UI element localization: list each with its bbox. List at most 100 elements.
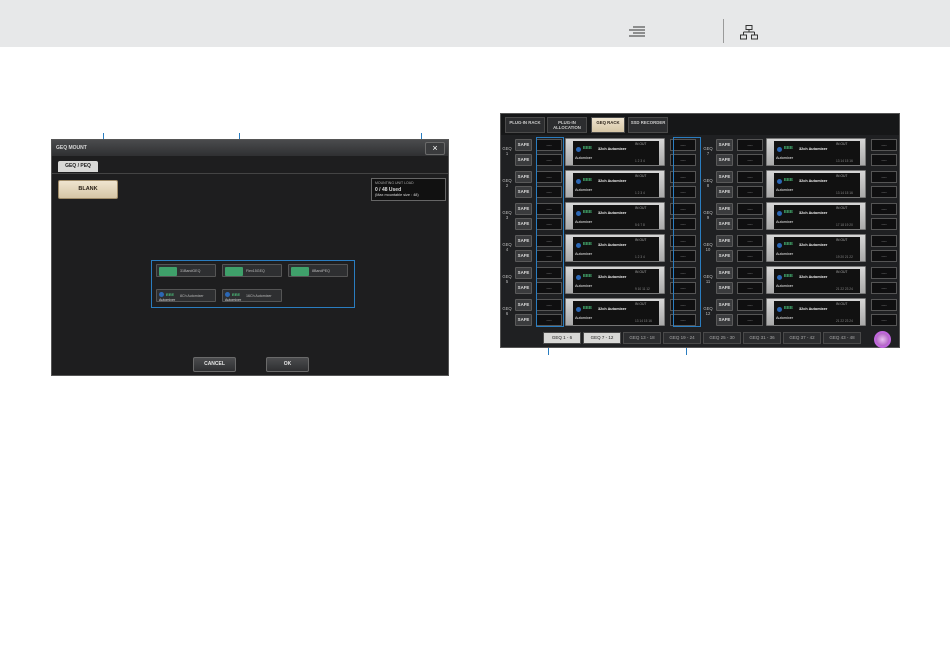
automixer-unit[interactable]: EEE 32ch Automixer Automixer IN OUT 1 2 3 4 xyxy=(565,170,665,198)
output-slot[interactable]: ---- xyxy=(871,203,897,215)
automixer-unit[interactable]: EEE 32ch Automixer Automixer IN OUT 5 6 7 8 xyxy=(565,202,665,230)
output-slot[interactable]: ---- xyxy=(871,235,897,247)
output-slot[interactable]: ---- xyxy=(871,139,897,151)
list-indent-icon[interactable] xyxy=(629,26,645,38)
output-slot[interactable]: ---- xyxy=(871,267,897,279)
page-geq-25-30[interactable]: GEQ 25 - 30 xyxy=(703,332,741,344)
unit-channels: 13 14 15 16 xyxy=(635,319,652,323)
automixer-unit[interactable]: EEE 32ch Automixer Automixer IN OUT 13 14 15… xyxy=(766,170,866,198)
automixer-unit[interactable]: EEE 32ch Automixer Automixer IN OUT 21 22 23… xyxy=(766,298,866,326)
input-slot[interactable]: ---- xyxy=(737,171,763,183)
output-slot[interactable]: ---- xyxy=(737,218,763,230)
safe-button[interactable]: SAFE xyxy=(515,171,532,183)
unit-sub: Automixer xyxy=(575,316,593,320)
unit-sub: Automixer xyxy=(776,316,794,320)
safe-button[interactable]: SAFE xyxy=(716,314,733,326)
unit-channels: 9 10 11 12 xyxy=(635,287,650,291)
safe-button[interactable]: SAFE xyxy=(716,186,733,198)
selected-column-right xyxy=(673,137,701,327)
output-slot[interactable]: ---- xyxy=(737,282,763,294)
safe-button[interactable]: SAFE xyxy=(716,203,733,215)
output-slot[interactable]: ---- xyxy=(871,282,897,294)
tab-plugin-allocation[interactable]: PLUG-IN ALLOCATION xyxy=(547,117,587,133)
mini-meter: EEE xyxy=(166,292,175,297)
input-slot[interactable]: ---- xyxy=(737,299,763,311)
chip-8bandpeq[interactable]: 8BandPEQ xyxy=(288,264,348,277)
chip-8ch-automixer[interactable]: EEE 8Ch Automixer Automixer xyxy=(156,289,216,302)
page-geq-7-12[interactable]: GEQ 7 - 12 xyxy=(583,332,621,344)
safe-button[interactable]: SAFE xyxy=(515,267,532,279)
safe-button[interactable]: SAFE xyxy=(716,267,733,279)
tab-geq-peq[interactable]: GEQ / PEQ xyxy=(58,161,98,172)
automixer-unit[interactable]: EEE 32ch Automixer Automixer IN OUT 19 20 21… xyxy=(766,234,866,262)
safe-button[interactable]: SAFE xyxy=(716,299,733,311)
unit-io: IN OUT xyxy=(836,238,848,242)
encoder-knob-icon[interactable] xyxy=(874,331,891,348)
safe-button[interactable]: SAFE xyxy=(515,250,532,262)
output-slot[interactable]: ---- xyxy=(871,299,897,311)
chip-16ch-automixer[interactable]: EEE 16Ch Automixer Automixer xyxy=(222,289,282,302)
output-slot[interactable]: ---- xyxy=(737,314,763,326)
blank-button[interactable]: BLANK xyxy=(58,180,118,199)
automixer-unit[interactable]: EEE 32ch Automixer Automixer IN OUT 13 14 15… xyxy=(565,298,665,326)
hierarchy-icon[interactable] xyxy=(740,25,758,40)
safe-button[interactable]: SAFE xyxy=(716,218,733,230)
safe-button[interactable]: SAFE xyxy=(515,299,532,311)
automixer-unit[interactable]: EEE 32ch Automixer Automixer IN OUT 17 18 19… xyxy=(766,202,866,230)
safe-button[interactable]: SAFE xyxy=(515,282,532,294)
chip-flex15geq[interactable]: Flex15GEQ xyxy=(222,264,282,277)
safe-button[interactable]: SAFE xyxy=(515,139,532,151)
input-slot[interactable]: ---- xyxy=(737,203,763,215)
output-slot[interactable]: ---- xyxy=(871,218,897,230)
safe-button[interactable]: SAFE xyxy=(515,314,532,326)
page-geq-19-24[interactable]: GEQ 19 - 24 xyxy=(663,332,701,344)
safe-button[interactable]: SAFE xyxy=(515,203,532,215)
output-slot[interactable]: ---- xyxy=(737,250,763,262)
safe-button[interactable]: SAFE xyxy=(716,154,733,166)
output-slot[interactable]: ---- xyxy=(871,250,897,262)
automixer-unit[interactable]: EEE 32ch Automixer Automixer IN OUT 13 14 15… xyxy=(766,138,866,166)
output-slot[interactable]: ---- xyxy=(871,186,897,198)
page-geq-37-42[interactable]: GEQ 37 - 42 xyxy=(783,332,821,344)
page-geq-1-6[interactable]: GEQ 1 - 6 xyxy=(543,332,581,344)
tab-plugin-rack[interactable]: PLUG-IN RACK xyxy=(505,117,545,133)
ok-button[interactable]: OK xyxy=(266,357,309,372)
safe-button[interactable]: SAFE xyxy=(716,250,733,262)
input-slot[interactable]: ---- xyxy=(737,267,763,279)
unit-io: IN OUT xyxy=(635,174,647,178)
automixer-unit[interactable]: EEE 32ch Automixer Automixer IN OUT 21 22 23… xyxy=(766,266,866,294)
geq-label: GEQ 1 xyxy=(502,146,512,156)
tab-ssd-recorder[interactable]: SSD RECORDER xyxy=(628,117,668,133)
chip-31bandgeq[interactable]: 31BandGEQ xyxy=(156,264,216,277)
input-slot[interactable]: ---- xyxy=(737,139,763,151)
close-button[interactable]: × xyxy=(425,142,445,155)
page-geq-43-48[interactable]: GEQ 43 - 48 xyxy=(823,332,861,344)
chip-label: 8Ch Automixer xyxy=(180,294,204,298)
output-slot[interactable]: ---- xyxy=(737,154,763,166)
safe-button[interactable]: SAFE xyxy=(515,186,532,198)
geq-31-logo xyxy=(159,267,177,276)
safe-button[interactable]: SAFE xyxy=(515,218,532,230)
cancel-button[interactable]: CANCEL xyxy=(193,357,236,372)
tab-geq-rack[interactable]: GEQ RACK xyxy=(591,117,625,133)
safe-button[interactable]: SAFE xyxy=(515,154,532,166)
output-slot[interactable]: ---- xyxy=(871,154,897,166)
automixer-unit[interactable]: EEE 32ch Automixer Automixer IN OUT 1 2 3 4 xyxy=(565,138,665,166)
chip-label: 8BandPEQ xyxy=(312,269,330,273)
unit-face: EEE 32ch Automixer Automixer IN OUT 1 2 3 4 xyxy=(573,141,659,165)
automixer-unit[interactable]: EEE 32ch Automixer Automixer IN OUT 9 10 11 … xyxy=(565,266,665,294)
output-slot[interactable]: ---- xyxy=(871,171,897,183)
safe-button[interactable]: SAFE xyxy=(716,139,733,151)
safe-button[interactable]: SAFE xyxy=(515,235,532,247)
safe-button[interactable]: SAFE xyxy=(716,282,733,294)
safe-button[interactable]: SAFE xyxy=(716,235,733,247)
page-geq-13-18[interactable]: GEQ 13 - 18 xyxy=(623,332,661,344)
chip-sub: Automixer xyxy=(225,298,242,302)
automixer-unit[interactable]: EEE 32ch Automixer Automixer IN OUT 1 2 3 4 xyxy=(565,234,665,262)
output-slot[interactable]: ---- xyxy=(871,314,897,326)
input-slot[interactable]: ---- xyxy=(737,235,763,247)
unit-channels: 21 22 23 24 xyxy=(836,319,853,323)
page-geq-31-36[interactable]: GEQ 31 - 36 xyxy=(743,332,781,344)
safe-button[interactable]: SAFE xyxy=(716,171,733,183)
output-slot[interactable]: ---- xyxy=(737,186,763,198)
